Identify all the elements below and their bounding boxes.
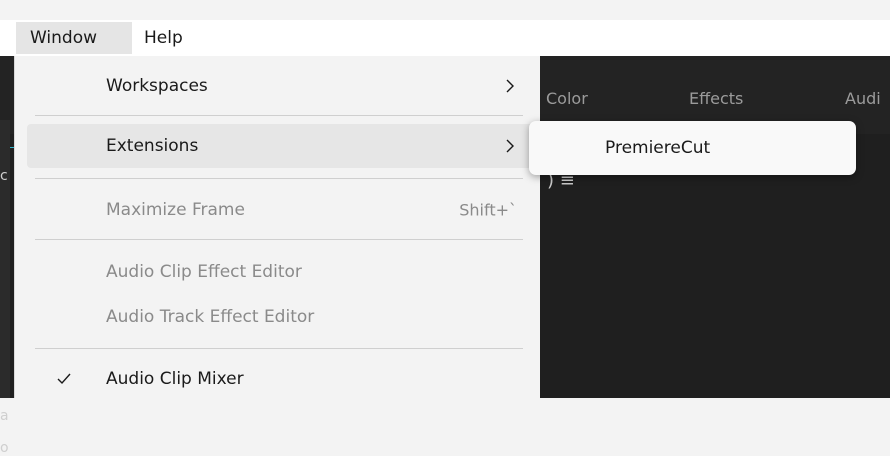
menu-window[interactable]: Window bbox=[16, 22, 132, 54]
menu-item-label: Maximize Frame bbox=[106, 200, 245, 220]
menu-bar: Window Help bbox=[0, 20, 890, 56]
menu-separator bbox=[35, 178, 523, 179]
menu-item-label: Workspaces bbox=[106, 76, 208, 96]
workspace-tab-effects[interactable]: Effects bbox=[689, 89, 743, 108]
menu-item-workspaces[interactable]: Workspaces bbox=[27, 64, 535, 108]
chevron-right-icon bbox=[506, 139, 514, 153]
menu-separator bbox=[35, 239, 523, 240]
menu-item-label: Audio Clip Effect Editor bbox=[106, 262, 302, 282]
menu-item-extensions[interactable]: Extensions bbox=[27, 124, 535, 168]
menu-item-maximize-frame[interactable]: Maximize Frame Shift+` bbox=[27, 188, 535, 232]
menu-item-label: Extensions bbox=[106, 136, 199, 156]
left-panel-edge: c a o bbox=[0, 120, 10, 456]
menu-item-audio-track-effect-editor[interactable]: Audio Track Effect Editor bbox=[27, 295, 535, 339]
chevron-right-icon bbox=[506, 79, 514, 93]
submenu-item-label: PremiereCut bbox=[605, 138, 711, 158]
panel-glyph-a: a bbox=[0, 408, 9, 424]
panel-glyph-o: o bbox=[0, 440, 9, 456]
menu-item-label: Audio Clip Mixer bbox=[106, 369, 244, 389]
workspace-tab-audio[interactable]: Audi bbox=[845, 89, 881, 108]
checkmark-icon bbox=[57, 373, 71, 385]
title-bar bbox=[0, 0, 890, 20]
menu-separator bbox=[35, 115, 523, 116]
window-menu-dropdown: Workspaces Extensions Maximize Frame Shi… bbox=[14, 56, 540, 398]
panel-glyph-c: c bbox=[0, 168, 8, 184]
menu-item-shortcut: Shift+` bbox=[459, 200, 517, 220]
menu-help[interactable]: Help bbox=[144, 22, 183, 54]
submenu-item-premierecut[interactable]: PremiereCut bbox=[533, 125, 852, 171]
menu-item-label: Audio Track Effect Editor bbox=[106, 307, 315, 327]
menu-item-audio-clip-effect-editor[interactable]: Audio Clip Effect Editor bbox=[27, 250, 535, 294]
menu-item-audio-clip-mixer[interactable]: Audio Clip Mixer bbox=[27, 357, 535, 401]
workspace-tab-color[interactable]: Color bbox=[546, 89, 588, 108]
extensions-submenu: PremiereCut bbox=[529, 121, 856, 175]
menu-separator bbox=[35, 348, 523, 349]
